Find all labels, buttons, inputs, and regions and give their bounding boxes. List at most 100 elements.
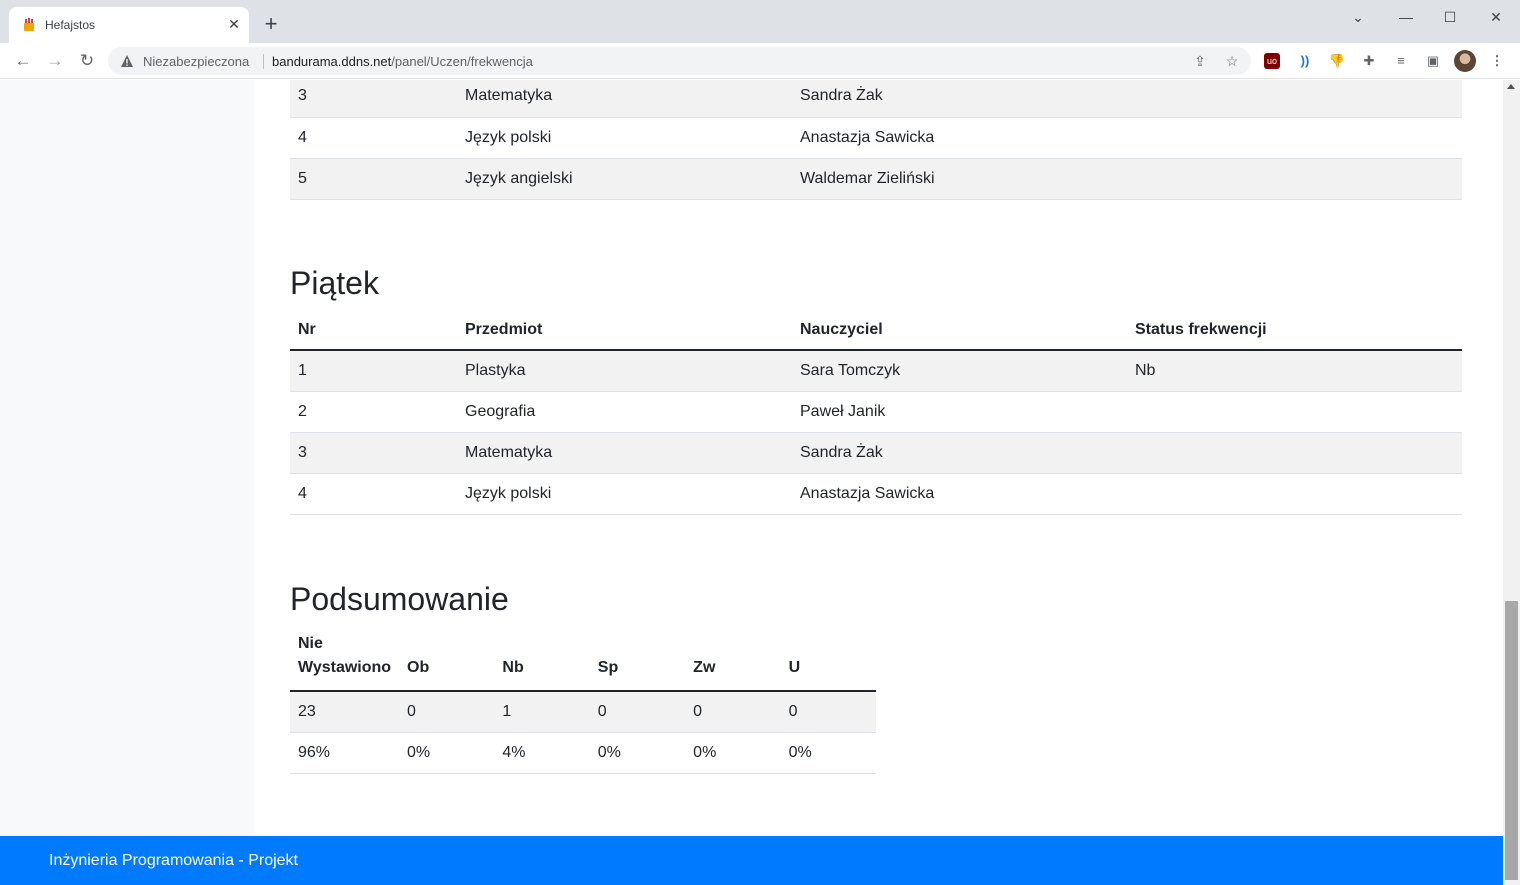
percent-ob: 0% bbox=[407, 743, 431, 761]
percent-zw: 0% bbox=[693, 743, 717, 761]
browser-menu-icon[interactable]: ⋮ bbox=[1488, 52, 1506, 70]
scrollbar-thumb[interactable] bbox=[1505, 601, 1518, 880]
teacher-name: Waldemar Zieliński bbox=[800, 169, 935, 187]
tab-title: Hefajstos bbox=[45, 18, 96, 32]
attendance-status bbox=[1127, 117, 1462, 158]
hefajstos-favicon-icon bbox=[24, 18, 34, 31]
column-header-nb: Nb bbox=[502, 659, 524, 676]
teacher-name: Anastazja Sawicka bbox=[800, 484, 935, 502]
count-ob: 0 bbox=[407, 702, 416, 720]
share-icon[interactable]: ⇪ bbox=[1191, 52, 1209, 70]
address-bar[interactable]: Niezabezpieczona bandurama.ddns.net/pane… bbox=[108, 47, 1251, 75]
subject-name: Geografia bbox=[465, 402, 536, 420]
page-scrollbar[interactable] bbox=[1503, 80, 1520, 885]
column-header-sp: Sp bbox=[597, 659, 619, 676]
side-panel-icon[interactable]: ▣ bbox=[1424, 52, 1442, 70]
omnibox-separator bbox=[263, 54, 264, 69]
teacher-name: Paweł Janik bbox=[800, 402, 886, 420]
forward-arrow-icon[interactable]: → bbox=[43, 49, 67, 73]
back-arrow-icon[interactable]: ← bbox=[11, 49, 35, 73]
attendance-status bbox=[1127, 432, 1462, 473]
url-host: bandurama.ddns.net bbox=[272, 54, 392, 69]
warning-triangle-icon bbox=[121, 55, 133, 67]
browser-tab[interactable]: Hefajstos ✕ bbox=[9, 7, 249, 43]
summary-heading: Podsumowanie bbox=[290, 581, 509, 617]
attendance-status bbox=[1127, 80, 1462, 117]
friday-schedule-table: Nr Przedmiot Nauczyciel Status frekwencj… bbox=[290, 310, 1462, 515]
lesson-number: 4 bbox=[298, 484, 307, 502]
count-not-issued: 23 bbox=[298, 702, 316, 720]
sidebar bbox=[0, 80, 254, 836]
column-header-subject: Przedmiot bbox=[465, 321, 543, 338]
wifi-extension-icon[interactable]: )) bbox=[1296, 52, 1314, 70]
table-row: 4 Język polski Anastazja Sawicka bbox=[290, 473, 1462, 514]
column-header-nr: Nr bbox=[298, 321, 316, 338]
lesson-number: 3 bbox=[298, 87, 307, 105]
column-header-teacher: Nauczyciel bbox=[800, 321, 883, 338]
table-row: 5 Język angielski Waldemar Zieliński bbox=[290, 158, 1462, 199]
attendance-status bbox=[1127, 158, 1462, 199]
table-header-row: Nr Przedmiot Nauczyciel Status frekwencj… bbox=[290, 310, 1462, 350]
page-viewport: 3 Matematyka Sandra Żak 4 Język polski A… bbox=[0, 80, 1503, 885]
summary-percents-row: 96% 0% 4% 0% 0% 0% bbox=[290, 732, 876, 773]
percent-sp: 0% bbox=[597, 743, 621, 761]
attendance-status: Nb bbox=[1135, 361, 1156, 379]
teacher-name: Sandra Żak bbox=[800, 443, 883, 461]
header-line: Wystawiono bbox=[298, 659, 392, 676]
attendance-status bbox=[1127, 391, 1462, 432]
close-tab-icon[interactable]: ✕ bbox=[225, 15, 243, 33]
column-header-status: Status frekwencji bbox=[1135, 321, 1267, 338]
page-footer: Inżynieria Programowania - Projekt bbox=[0, 836, 1503, 885]
column-header-u: U bbox=[788, 659, 801, 676]
table-row: 2 Geografia Paweł Janik bbox=[290, 391, 1462, 432]
percent-u: 0% bbox=[788, 743, 812, 761]
table-row: 1 Plastyka Sara Tomczyk Nb bbox=[290, 350, 1462, 391]
summary-table: Nie Wystawiono Ob Nb Sp Zw U 23 0 1 0 0 0 bbox=[290, 632, 876, 774]
browser-toolbar: ← → ↻ Niezabezpieczona bandurama.ddns.ne… bbox=[0, 43, 1520, 79]
url-path: /panel/Uczen/frekwencja bbox=[391, 54, 533, 69]
lesson-number: 5 bbox=[298, 169, 307, 187]
summary-counts-row: 23 0 1 0 0 0 bbox=[290, 691, 876, 732]
ublock-extension-icon[interactable]: uo bbox=[1264, 53, 1280, 69]
column-header-ob: Ob bbox=[407, 659, 430, 676]
browser-tab-strip: Hefajstos ✕ + ⌄ — ☐ ✕ bbox=[0, 0, 1520, 43]
subject-name: Język polski bbox=[465, 128, 552, 146]
table-header-row: Nie Wystawiono Ob Nb Sp Zw U bbox=[290, 632, 876, 691]
attendance-status bbox=[1127, 473, 1462, 514]
minimize-window-button[interactable]: — bbox=[1394, 6, 1418, 28]
media-control-icon[interactable]: ≡ bbox=[1392, 52, 1410, 70]
count-zw: 0 bbox=[693, 702, 703, 720]
lesson-number: 2 bbox=[298, 402, 307, 420]
footer-text: Inżynieria Programowania - Projekt bbox=[49, 852, 298, 869]
teacher-name: Anastazja Sawicka bbox=[800, 128, 935, 146]
subject-name: Język angielski bbox=[465, 169, 573, 187]
subject-name: Język polski bbox=[465, 484, 552, 502]
reload-icon[interactable]: ↻ bbox=[75, 49, 99, 73]
table-row: 3 Matematyka Sandra Żak bbox=[290, 80, 1462, 117]
thursday-schedule-table: 3 Matematyka Sandra Żak 4 Język polski A… bbox=[290, 80, 1462, 200]
profile-avatar[interactable] bbox=[1454, 50, 1476, 72]
scroll-up-arrow-icon[interactable] bbox=[1507, 84, 1515, 89]
percent-nb: 4% bbox=[502, 743, 526, 761]
subject-name: Matematyka bbox=[465, 443, 553, 461]
teacher-name: Sandra Żak bbox=[800, 87, 883, 105]
count-u: 0 bbox=[788, 702, 798, 720]
column-header-zw: Zw bbox=[693, 659, 716, 676]
lesson-number: 4 bbox=[298, 128, 307, 146]
maximize-window-button[interactable]: ☐ bbox=[1438, 6, 1462, 28]
friday-heading: Piątek bbox=[290, 265, 379, 301]
bookmark-star-icon[interactable]: ☆ bbox=[1223, 52, 1241, 70]
table-row: 3 Matematyka Sandra Żak bbox=[290, 432, 1462, 473]
new-tab-button[interactable]: + bbox=[259, 12, 283, 36]
count-nb: 1 bbox=[502, 702, 512, 720]
tab-search-icon[interactable]: ⌄ bbox=[1346, 6, 1370, 28]
dislike-extension-icon[interactable]: 👎 bbox=[1328, 52, 1346, 70]
header-line: Nie bbox=[298, 635, 323, 652]
count-sp: 0 bbox=[597, 702, 607, 720]
security-label[interactable]: Niezabezpieczona bbox=[143, 54, 249, 69]
lesson-number: 3 bbox=[298, 443, 307, 461]
extensions-puzzle-icon[interactable]: ✚ bbox=[1360, 52, 1378, 70]
url-text[interactable]: bandurama.ddns.net/panel/Uczen/frekwencj… bbox=[272, 54, 533, 69]
table-row: 4 Język polski Anastazja Sawicka bbox=[290, 117, 1462, 158]
close-window-button[interactable]: ✕ bbox=[1484, 6, 1508, 28]
